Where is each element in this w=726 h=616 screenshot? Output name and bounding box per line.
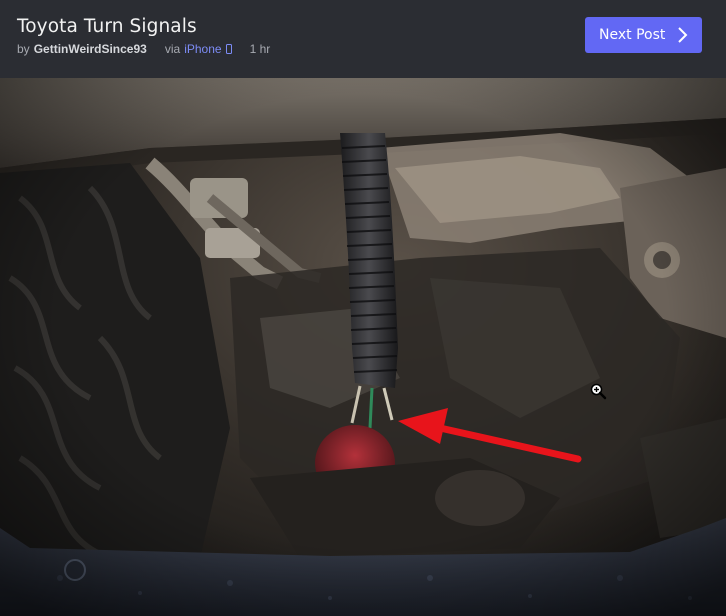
author-link[interactable]: GettinWeirdSince93 (34, 42, 147, 56)
next-post-label: Next Post (599, 27, 666, 43)
post-photo[interactable] (0, 78, 726, 616)
post-meta: by GettinWeirdSince93 via iPhone 1 hr (17, 42, 270, 56)
engine-bay-photo (0, 78, 726, 616)
via-label: via (164, 42, 181, 56)
chevron-right-icon (678, 27, 688, 43)
device-link[interactable]: iPhone (184, 42, 221, 56)
post-time: 1 hr (249, 42, 271, 56)
post-title: Toyota Turn Signals (17, 16, 197, 37)
by-label: by (17, 42, 30, 56)
zoom-in-icon (590, 383, 607, 400)
phone-icon (225, 44, 232, 54)
next-post-button[interactable]: Next Post (585, 17, 702, 53)
post-header: Toyota Turn Signals by GettinWeirdSince9… (0, 0, 726, 78)
